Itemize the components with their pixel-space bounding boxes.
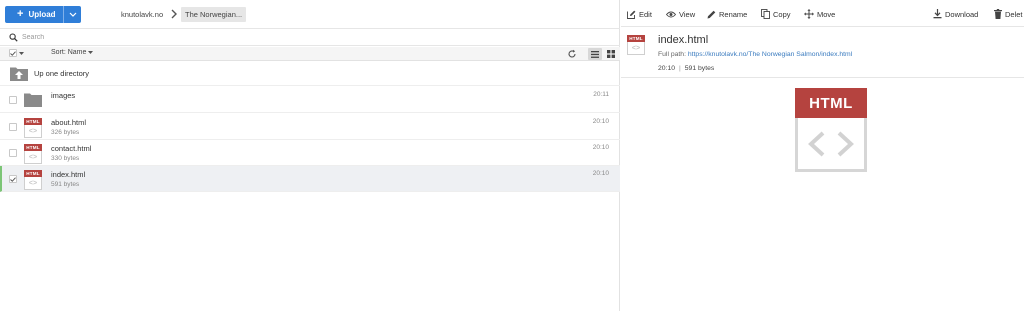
edit-label: Edit — [639, 9, 652, 19]
search-input[interactable] — [22, 31, 612, 44]
code-brackets-icon — [808, 131, 854, 156]
check-icon — [10, 176, 16, 182]
file-time: 20:10 — [592, 118, 609, 125]
download-icon — [933, 9, 942, 19]
copy-icon — [761, 9, 770, 19]
sort-bar: Sort: Name — [0, 47, 620, 61]
pencil-icon — [707, 10, 716, 18]
delete-label: Delet — [1005, 9, 1023, 19]
preview-pane: Edit View Rename Copy Move Download Dele… — [621, 0, 1024, 311]
trash-icon — [994, 9, 1002, 19]
view-label: View — [679, 9, 696, 19]
list-item[interactable]: HTML <> about.html 326 bytes 20:10 — [0, 114, 620, 140]
search-icon — [9, 33, 18, 42]
upload-label: Upload — [28, 10, 56, 19]
file-list-pane: + Upload knutolavk.no The Norwegian... S… — [0, 0, 620, 311]
preview-meta: 20:10 | 591 bytes — [658, 65, 714, 72]
html-file-icon: HTML <> — [627, 35, 645, 55]
move-label: Move — [817, 9, 836, 19]
file-time: 20:10 — [592, 144, 609, 151]
file-name: index.html — [51, 170, 86, 179]
file-name: images — [51, 91, 76, 100]
file-size: 326 bytes — [51, 129, 80, 136]
up-one-directory[interactable]: Up one directory — [0, 62, 620, 86]
preview-size: 591 bytes — [684, 65, 715, 72]
download-button[interactable]: Download — [933, 7, 978, 21]
caret-down-icon — [88, 51, 94, 54]
upload-main[interactable]: + Upload — [5, 6, 63, 23]
folder-icon — [24, 93, 42, 107]
html-file-icon: HTML <> — [24, 144, 42, 164]
preview-header: HTML <> index.html Full path: https://kn… — [621, 28, 1024, 78]
select-all-checkbox[interactable] — [9, 49, 17, 57]
row-checkbox[interactable] — [9, 149, 17, 157]
html-file-icon: HTML <> — [24, 170, 42, 190]
move-button[interactable]: Move — [804, 7, 835, 21]
up-one-directory-label: Up one directory — [34, 69, 90, 78]
download-label: Download — [945, 9, 979, 19]
sort-dropdown[interactable]: Sort: Name — [51, 49, 94, 56]
file-manager: + Upload knutolavk.no The Norwegian... S… — [0, 0, 1024, 311]
view-button[interactable]: View — [666, 7, 695, 21]
row-checkbox[interactable] — [9, 175, 17, 183]
list-item-selected[interactable]: HTML <> index.html 591 bytes 20:10 — [0, 166, 620, 192]
html-file-icon: HTML <> — [24, 118, 42, 138]
eye-icon — [666, 11, 676, 17]
check-icon — [10, 50, 16, 56]
list-item[interactable]: images 20:11 — [0, 87, 620, 113]
breadcrumb-current[interactable]: The Norwegian... — [181, 7, 247, 22]
row-checkbox[interactable] — [9, 96, 17, 104]
move-icon — [804, 9, 814, 19]
caret-down-icon[interactable] — [19, 52, 24, 55]
edit-icon — [627, 10, 636, 19]
top-bar: + Upload knutolavk.no The Norwegian... — [0, 0, 620, 29]
refresh-icon[interactable] — [567, 49, 577, 59]
upload-dropdown-button[interactable] — [63, 6, 81, 23]
file-name: contact.html — [51, 144, 92, 153]
list-view-button[interactable] — [588, 48, 602, 60]
large-html-file-icon: HTML — [795, 88, 867, 172]
edit-button[interactable]: Edit — [627, 7, 652, 21]
rename-button[interactable]: Rename — [707, 7, 747, 21]
grid-view-button[interactable] — [604, 48, 618, 60]
full-path-link[interactable]: https://knutolavk.no/The Norwegian Salmo… — [688, 51, 852, 58]
action-toolbar: Edit View Rename Copy Move Download Dele… — [621, 0, 1024, 27]
grid-icon — [607, 50, 615, 58]
plus-icon: + — [17, 8, 24, 20]
search-bar — [0, 30, 620, 46]
copy-button[interactable]: Copy — [761, 7, 791, 21]
file-time: 20:11 — [593, 91, 609, 98]
file-size: 591 bytes — [51, 181, 80, 188]
file-size: 330 bytes — [51, 155, 80, 162]
file-name: about.html — [51, 118, 87, 127]
full-path: Full path: https://knutolavk.no/The Norw… — [658, 51, 852, 58]
folder-up-icon — [10, 67, 28, 81]
upload-button[interactable]: + Upload — [5, 6, 81, 23]
meta-separator: | — [679, 65, 681, 72]
preview-time: 20:10 — [658, 65, 676, 72]
row-checkbox[interactable] — [9, 123, 17, 131]
chevron-right-icon — [171, 9, 177, 19]
sort-label: Sort: Name — [51, 49, 87, 56]
preview-title: index.html — [658, 34, 709, 46]
list-icon — [591, 50, 599, 58]
list-item[interactable]: HTML <> contact.html 330 bytes 20:10 — [0, 140, 620, 166]
rename-label: Rename — [719, 9, 748, 19]
chevron-down-icon — [69, 12, 76, 17]
file-time: 20:10 — [592, 170, 609, 177]
full-path-label: Full path: — [658, 51, 686, 58]
delete-button[interactable]: Delet — [994, 7, 1023, 21]
copy-label: Copy — [773, 9, 791, 19]
breadcrumb-root[interactable]: knutolavk.no — [118, 7, 166, 22]
